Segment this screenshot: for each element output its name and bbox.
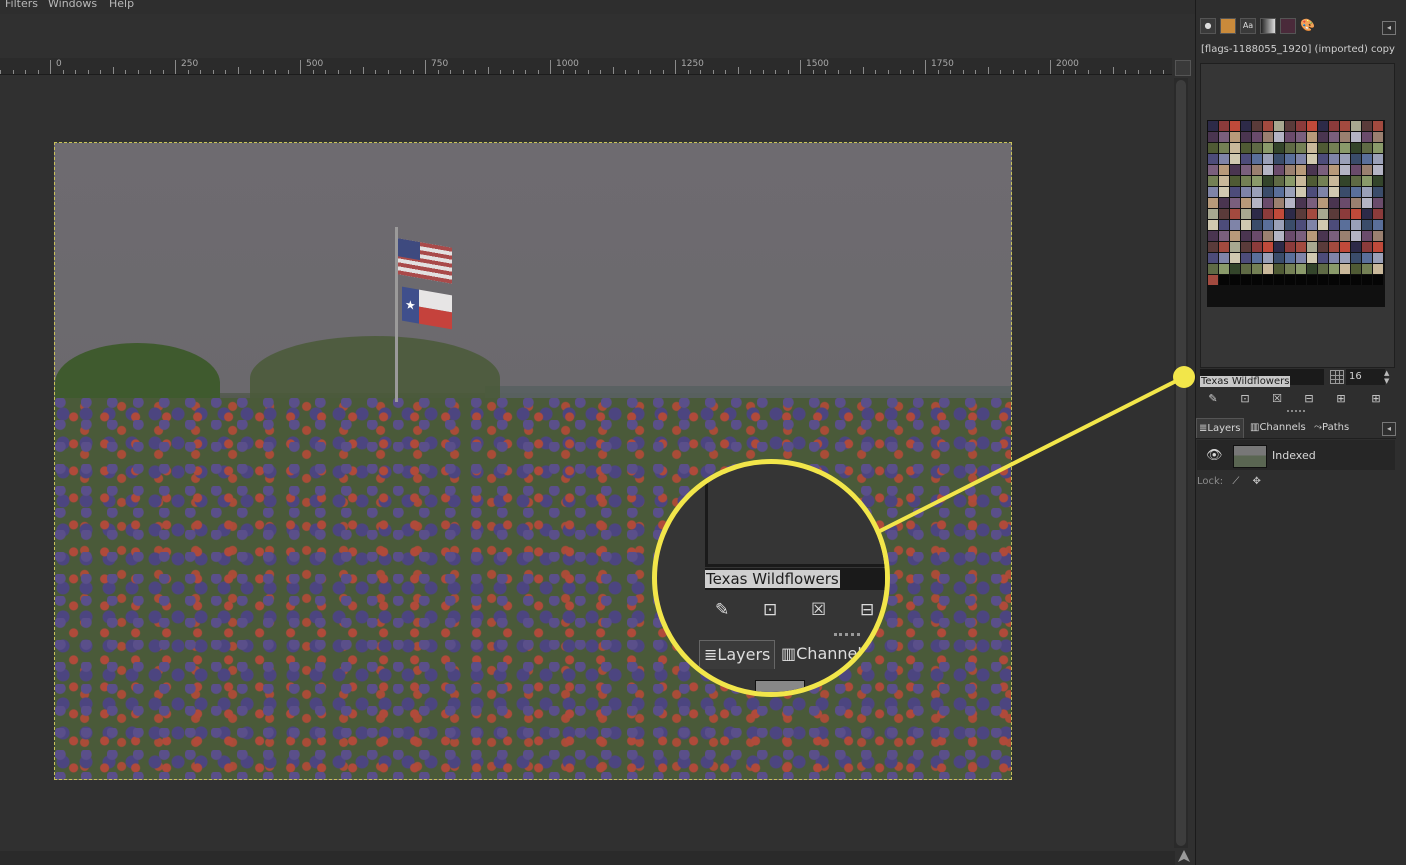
magnified-new-icon: ⊡ (763, 600, 778, 620)
magnified-zoom-out-icon: ⊟ (860, 600, 875, 620)
magnifier-callout: Texas Wildflowers ✎ ⊡ ☒ ⊟ ≣Layers ▥Chann… (652, 459, 890, 697)
magnified-separator (834, 633, 860, 636)
magnified-palette-area (705, 474, 885, 567)
magnified-tab-channels-label: Channel (796, 644, 862, 663)
magnified-palette-name-field: Texas Wildflowers (705, 568, 885, 590)
magnified-palette-name: Texas Wildflowers (705, 570, 840, 588)
magnified-delete-icon: ☒ (811, 600, 827, 620)
callout-line (877, 375, 1185, 534)
magnified-tab-layers: ≣Layers (699, 640, 776, 669)
callout-dot (1173, 366, 1195, 388)
magnified-edit-icon: ✎ (715, 600, 730, 620)
magnified-tab-layers-label: Layers (717, 645, 771, 664)
magnified-tab-channels: ▥Channel (781, 644, 862, 663)
